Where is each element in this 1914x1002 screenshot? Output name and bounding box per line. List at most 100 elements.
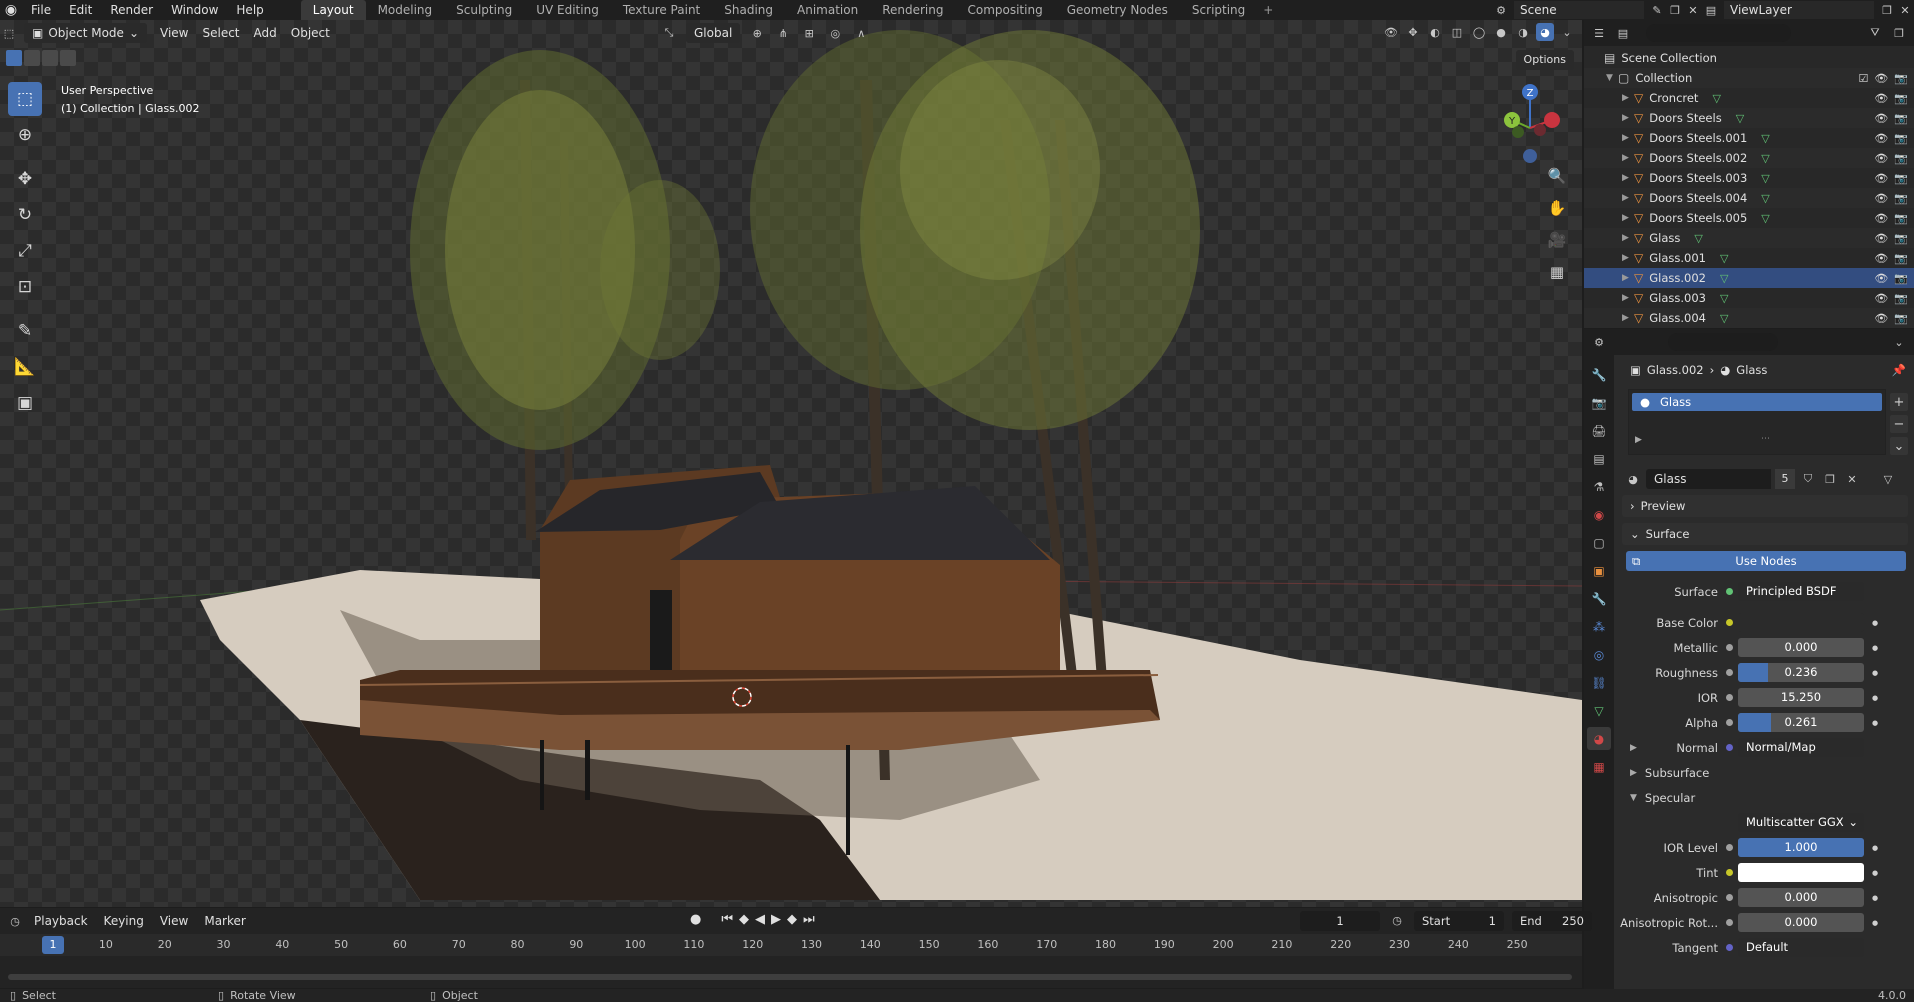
timeline-type-icon[interactable]: ◷ xyxy=(6,912,24,930)
link-data-icon[interactable]: ▽ xyxy=(1879,470,1897,488)
camera-icon[interactable]: 📷 xyxy=(1894,232,1908,245)
xray-toggle-icon[interactable]: ◫ xyxy=(1448,23,1466,41)
use-nodes-button[interactable]: ⧉ Use Nodes xyxy=(1626,551,1906,571)
outliner-object-row[interactable]: ▶ ▽ Croncret ▽ 👁 📷 xyxy=(1584,88,1914,108)
tab-rendering[interactable]: Rendering xyxy=(870,0,955,20)
tab-sculpting[interactable]: Sculpting xyxy=(444,0,524,20)
keyframe-dot-icon[interactable]: ● xyxy=(1872,669,1878,677)
snap-target-icon[interactable]: ⊞ xyxy=(800,24,818,42)
shading-options-icon[interactable]: ⌄ xyxy=(1558,23,1576,41)
blender-logo-icon[interactable]: ◉ xyxy=(0,0,22,20)
expand-triangle-icon[interactable]: ▶ xyxy=(1622,113,1634,123)
current-frame-field[interactable]: 1 xyxy=(1300,911,1380,931)
timeline-menu-keying[interactable]: Keying xyxy=(98,911,150,931)
alpha-slider[interactable]: 0.261 xyxy=(1738,713,1864,732)
remove-view-layer-icon[interactable]: ✕ xyxy=(1896,1,1914,19)
viewport-menu-select[interactable]: Select xyxy=(195,23,246,43)
keyframe-dot-icon[interactable]: ● xyxy=(1872,919,1878,927)
timeline-menu-view[interactable]: View xyxy=(154,911,194,931)
measure-tool-icon[interactable]: 📐 xyxy=(8,350,42,384)
render-tab-icon[interactable]: 📷 xyxy=(1587,391,1611,414)
particles-tab-icon[interactable]: ⁂ xyxy=(1587,615,1611,638)
outliner-object-row[interactable]: ▶ ▽ Glass ▽ 👁 📷 xyxy=(1584,228,1914,248)
expand-triangle-icon[interactable]: ▶ xyxy=(1630,743,1637,753)
annotate-tool-icon[interactable]: ✎ xyxy=(8,314,42,348)
gizmo-toggle-icon[interactable]: ✥ xyxy=(1404,23,1422,41)
timeline-scrollbar[interactable] xyxy=(8,974,1572,980)
scene-selector[interactable]: Scene xyxy=(1514,1,1644,19)
record-icon[interactable]: ● xyxy=(690,912,701,927)
scene-icon[interactable]: ⚙ xyxy=(1492,1,1510,19)
outliner-object-row[interactable]: ▶ ▽ Glass.004 ▽ 👁 📷 xyxy=(1584,308,1914,328)
snap-icon[interactable]: ⋔ xyxy=(774,24,792,42)
solid-shading-icon[interactable]: ● xyxy=(1492,23,1510,41)
collapse-triangle-icon[interactable]: ▼ xyxy=(1606,73,1618,83)
outliner-object-row[interactable]: ▶ ▽ Doors Steels.005 ▽ 👁 📷 xyxy=(1584,208,1914,228)
add-slot-icon[interactable]: + xyxy=(1890,393,1908,411)
camera-icon[interactable]: 📷 xyxy=(1894,112,1908,125)
play-icon[interactable]: ▶ xyxy=(771,912,781,927)
specular-subpanel[interactable]: ▼ Specular xyxy=(1618,787,1912,808)
roughness-slider[interactable]: 0.236 xyxy=(1738,663,1864,682)
viewport-menu-view[interactable]: View xyxy=(153,23,195,43)
texture-tab-icon[interactable]: ▦ xyxy=(1587,755,1611,778)
eye-icon[interactable]: 👁 xyxy=(1874,172,1888,185)
metallic-slider[interactable]: 0.000 xyxy=(1738,638,1864,657)
data-tab-icon[interactable]: ▽ xyxy=(1587,699,1611,722)
anisotropic-rotation-slider[interactable]: 0.000 xyxy=(1738,913,1864,932)
timeline-ruler[interactable]: 1 10 20 30 40 50 60 70 80 90 100 110 120 130 140 150 160… xyxy=(0,934,1582,956)
eye-icon[interactable]: 👁 xyxy=(1874,232,1888,245)
properties-search-input[interactable] xyxy=(1668,333,1778,351)
tangent-input-field[interactable]: Default xyxy=(1738,938,1864,957)
editor-type-icon[interactable]: ⬚ xyxy=(0,24,18,42)
wireframe-shading-icon[interactable]: ◯ xyxy=(1470,23,1488,41)
transform-tool-icon[interactable]: ⊡ xyxy=(8,270,42,304)
jump-end-icon[interactable]: ⏭ xyxy=(803,912,815,927)
expand-triangle-icon[interactable]: ▶ xyxy=(1622,233,1634,243)
properties-type-icon[interactable]: ⚙ xyxy=(1590,333,1608,351)
tab-modeling[interactable]: Modeling xyxy=(366,0,445,20)
expand-triangle-icon[interactable]: ▶ xyxy=(1622,273,1634,283)
rotate-tool-icon[interactable]: ↻ xyxy=(8,198,42,232)
copy-scene-icon[interactable]: ❐ xyxy=(1666,1,1684,19)
keyframe-dot-icon[interactable]: ● xyxy=(1872,619,1878,627)
end-frame-field[interactable]: End 250 xyxy=(1512,911,1592,931)
outliner-object-row[interactable]: ▶ ▽ Doors Steels.001 ▽ 👁 📷 xyxy=(1584,128,1914,148)
expand-triangle-icon[interactable]: ▶ xyxy=(1622,93,1634,103)
object-tab-icon[interactable]: ▣ xyxy=(1587,559,1611,582)
output-tab-icon[interactable]: 🖨 xyxy=(1587,419,1611,442)
outliner-object-row[interactable]: ▶ ▽ Doors Steels.003 ▽ 👁 📷 xyxy=(1584,168,1914,188)
collection-row[interactable]: ▼ ▢ Collection ☑ 👁 📷 xyxy=(1584,68,1914,88)
menu-edit[interactable]: Edit xyxy=(60,0,101,20)
camera-view-icon[interactable]: 🎥 xyxy=(1544,227,1570,253)
view-layer-icon[interactable]: ▤ xyxy=(1702,1,1720,19)
overlay-toggle-icon[interactable]: ◐ xyxy=(1426,23,1444,41)
eye-icon[interactable]: 👁 xyxy=(1874,192,1888,205)
material-users-count[interactable]: 5 xyxy=(1775,469,1795,489)
timeline-menu-playback[interactable]: Playback xyxy=(28,911,94,931)
keyframe-dot-icon[interactable]: ● xyxy=(1872,694,1878,702)
select-box-tool-icon[interactable]: ⬚ xyxy=(8,82,42,116)
camera-icon[interactable]: 📷 xyxy=(1894,192,1908,205)
orientation-dropdown[interactable]: Global xyxy=(686,23,741,43)
camera-icon[interactable]: 📷 xyxy=(1894,312,1908,325)
rendered-shading-icon[interactable]: ◕ xyxy=(1536,23,1554,41)
properties-options-icon[interactable]: ⌄ xyxy=(1890,333,1908,351)
scale-tool-icon[interactable]: ⤢ xyxy=(8,234,42,268)
resize-handle-icon[interactable]: ⋯ xyxy=(1761,434,1770,444)
close-icon[interactable]: ✕ xyxy=(1684,1,1702,19)
preview-panel-header[interactable]: › Preview xyxy=(1622,495,1908,517)
menu-render[interactable]: Render xyxy=(101,0,162,20)
subsurface-subpanel[interactable]: ▶ Subsurface xyxy=(1618,762,1912,783)
camera-icon[interactable]: 📷 xyxy=(1894,212,1908,225)
menu-help[interactable]: Help xyxy=(227,0,272,20)
material-shading-icon[interactable]: ◑ xyxy=(1514,23,1532,41)
select-subtract-icon[interactable] xyxy=(42,50,58,66)
eye-icon[interactable]: 👁 xyxy=(1874,132,1888,145)
tab-compositing[interactable]: Compositing xyxy=(955,0,1054,20)
eye-icon[interactable]: 👁 xyxy=(1874,292,1888,305)
fake-user-shield-icon[interactable]: ⛉ xyxy=(1799,470,1817,488)
keyframe-dot-icon[interactable]: ● xyxy=(1872,719,1878,727)
pin-icon[interactable]: 📌 xyxy=(1892,363,1906,377)
proportional-edit-icon[interactable]: ◎ xyxy=(826,24,844,42)
